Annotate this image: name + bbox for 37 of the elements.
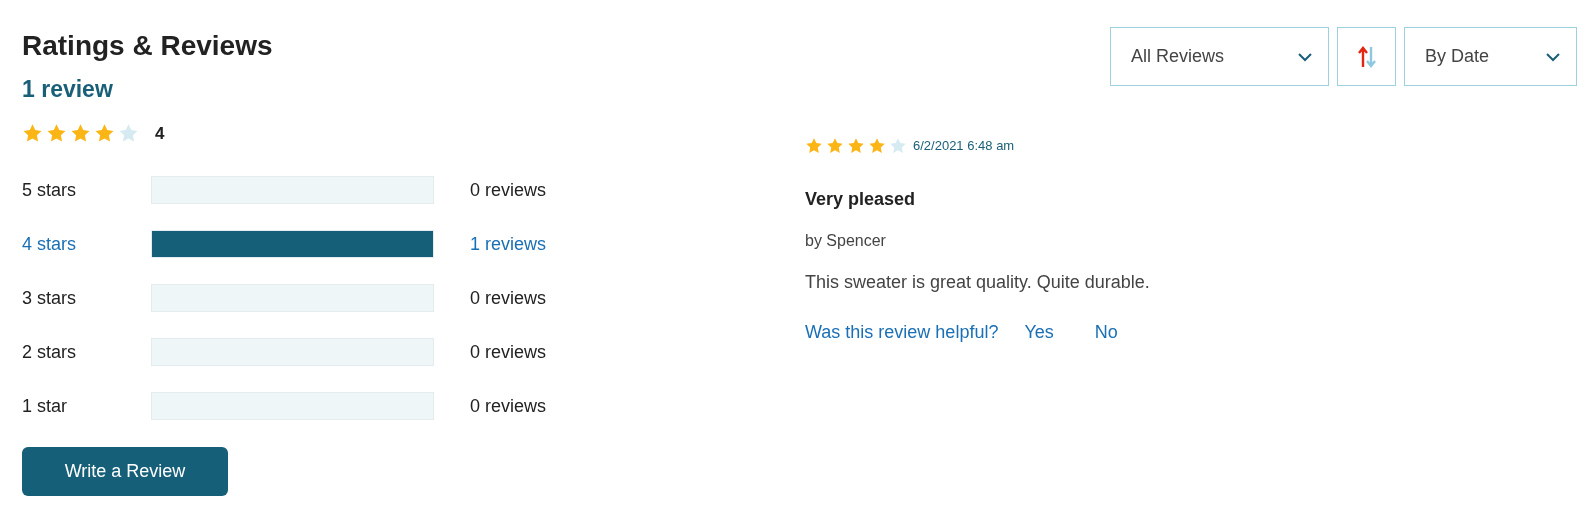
review-title: Very pleased — [805, 187, 917, 211]
review-count: 0 reviews — [470, 178, 547, 202]
review-count: 0 reviews — [470, 286, 547, 310]
review-count: 0 reviews — [470, 340, 547, 364]
rating-label: 5 stars — [22, 178, 78, 202]
star-icon — [826, 136, 844, 155]
star-icon — [70, 122, 91, 144]
yes-link[interactable]: Yes — [1024, 318, 1054, 346]
review-count: 0 reviews — [470, 394, 547, 418]
no-link[interactable]: No — [1094, 318, 1118, 346]
star-icon — [118, 122, 139, 144]
review-date: 6/2/2021 6:48 am — [913, 137, 1015, 155]
star-icon — [94, 122, 115, 144]
sort-arrows-icon — [1356, 45, 1377, 68]
chevron-down-icon — [1545, 51, 1561, 62]
rating-label[interactable]: 4 stars — [22, 230, 151, 258]
star-icon — [46, 122, 67, 144]
rating-label: 2 stars — [22, 340, 78, 364]
average-rating: 4 — [155, 122, 165, 145]
section-title: Ratings & Reviews — [22, 30, 273, 62]
sort-order-button[interactable] — [1337, 27, 1396, 86]
rating-label: 1 star — [22, 394, 69, 418]
write-review-button[interactable]: Write a Review — [22, 447, 228, 496]
sort-dropdown[interactable]: By Date — [1404, 27, 1577, 86]
star-icon — [22, 122, 43, 144]
star-icon — [847, 136, 865, 155]
star-icon — [889, 136, 907, 155]
review-text: This sweater is great quality. Quite durable. — [805, 270, 1150, 294]
filter-dropdown[interactable]: All Reviews — [1110, 27, 1329, 86]
review-count-link[interactable]: 1 review — [22, 72, 113, 107]
review-count[interactable]: 1 reviews — [470, 230, 547, 258]
review-author: by Spencer — [805, 230, 887, 251]
rating-label: 3 stars — [22, 286, 78, 310]
star-icon — [868, 136, 886, 155]
helpful-question: Was this review helpful? — [805, 320, 999, 344]
chevron-down-icon — [1297, 51, 1313, 62]
star-icon — [805, 136, 823, 155]
